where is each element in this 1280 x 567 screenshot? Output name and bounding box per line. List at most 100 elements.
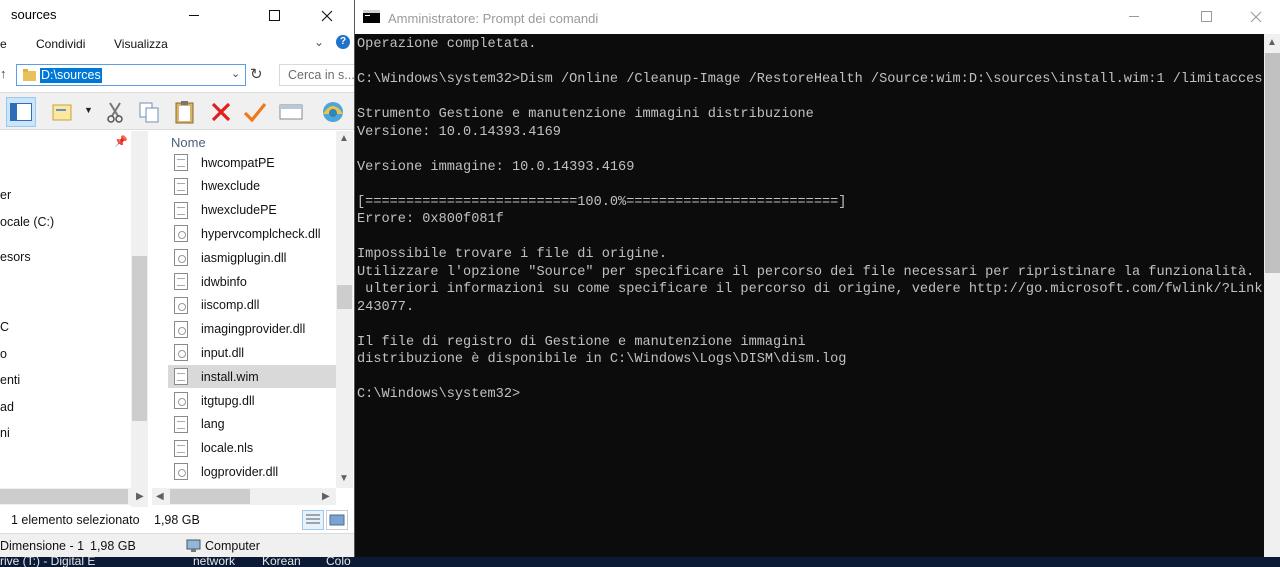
checkmark-icon: [243, 102, 267, 123]
console-output[interactable]: Operazione completata. C:\Windows\system3…: [356, 34, 1262, 557]
scroll-right-icon[interactable]: ▶: [322, 491, 330, 502]
console-line: Utilizzare l'opzione "Source" per specif…: [357, 264, 1262, 280]
nav-item-5[interactable]: enti: [0, 373, 20, 387]
close-button[interactable]: [304, 0, 350, 31]
console-line: ulteriori informazioni su come specifica…: [357, 282, 1262, 297]
ribbon-expand-icon[interactable]: ⌄: [314, 35, 324, 49]
file-row[interactable]: itgtupg.dll: [168, 389, 336, 412]
paste-icon: [175, 101, 194, 124]
scissors-icon: [107, 102, 123, 123]
minimize-button[interactable]: [172, 0, 218, 31]
file-row[interactable]: hypervcomplcheck.dll: [168, 222, 336, 245]
address-bar[interactable]: D:\sources ⌄: [16, 64, 246, 86]
file-row[interactable]: iiscomp.dll: [168, 294, 336, 317]
file-row[interactable]: imagingprovider.dll: [168, 318, 336, 341]
copy-button[interactable]: [134, 97, 164, 127]
nav-item-2[interactable]: esors: [0, 250, 31, 264]
dll-file-icon: [174, 296, 188, 314]
cmd-title: Amministratore: Prompt dei comandi: [388, 11, 599, 26]
file-row[interactable]: locale.nls: [168, 437, 336, 460]
customize-button[interactable]: [318, 97, 348, 127]
file-icon: [174, 439, 188, 457]
command-prompt-window: Amministratore: Prompt dei comandi Opera…: [354, 0, 1280, 557]
address-bar-row: ↑ D:\sources ⌄ ↻ Cerca in s...: [0, 60, 356, 90]
nav-item-1[interactable]: ocale (C:): [0, 215, 54, 229]
window-icon: [279, 104, 303, 120]
nav-item-6[interactable]: ad: [0, 400, 14, 414]
file-scroll-thumb[interactable]: [337, 285, 352, 309]
scroll-down-icon[interactable]: ▼: [339, 473, 349, 484]
scroll-right-icon[interactable]: ▶: [136, 491, 144, 502]
cut-button[interactable]: [100, 97, 130, 127]
file-row[interactable]: hwcompatPE: [168, 151, 336, 174]
nav-hscrollbar[interactable]: ▶: [0, 488, 148, 505]
file-row[interactable]: hwexclude: [168, 175, 336, 198]
file-scrollbar[interactable]: ▲ ▼: [336, 131, 353, 488]
paste-button[interactable]: [170, 97, 200, 127]
file-name: imagingprovider.dll: [201, 322, 306, 337]
large-icons-button[interactable]: [326, 510, 348, 530]
minimize-icon: [189, 14, 199, 16]
selection-count: 1 elemento selezionato: [11, 513, 140, 527]
ribbon-tab-home[interactable]: e: [0, 37, 7, 51]
large-icons-icon: [329, 514, 345, 526]
scroll-up-icon[interactable]: ▲: [1267, 37, 1277, 48]
file-icon: [174, 177, 188, 195]
properties-dropdown-icon[interactable]: ▼: [84, 105, 93, 115]
address-dropdown-icon[interactable]: ⌄: [231, 67, 240, 80]
file-name: iasmigplugin.dll: [201, 250, 287, 265]
cmd-scrollbar[interactable]: ▲: [1264, 34, 1280, 557]
ribbon-tab-view[interactable]: Visualizza: [114, 37, 168, 51]
address-text[interactable]: D:\sources: [40, 68, 102, 83]
file-row[interactable]: logprovider.dll: [168, 460, 336, 483]
search-input[interactable]: Cerca in s...: [279, 64, 356, 86]
cmd-close-button[interactable]: [1233, 0, 1279, 34]
up-arrow-icon[interactable]: ↑: [0, 66, 7, 81]
file-row[interactable]: idwbinfo: [168, 270, 336, 293]
explorer-window: sources e Condividi Visualizza ⌄ ? ↑ D:\…: [0, 0, 356, 557]
file-row[interactable]: input.dll: [168, 341, 336, 364]
file-row[interactable]: iasmigplugin.dll: [168, 246, 336, 269]
console-line: C:\Windows\system32>Dism /Online /Cleanu…: [357, 72, 1262, 87]
pin-icon[interactable]: 📌: [114, 135, 128, 148]
scroll-left-icon[interactable]: ◀: [156, 491, 164, 502]
details-view-button[interactable]: [302, 510, 324, 530]
console-line: Il file di registro di Gestione e manute…: [357, 334, 806, 350]
file-name: lang: [201, 417, 225, 432]
navigation-pane-button[interactable]: [6, 97, 36, 127]
dll-file-icon: [174, 249, 188, 267]
delete-button[interactable]: [206, 97, 236, 127]
cmd-maximize-button[interactable]: [1184, 0, 1230, 34]
console-line: Versione: 10.0.14393.4169: [357, 124, 561, 140]
file-row[interactable]: install.wim: [168, 365, 336, 389]
refresh-icon[interactable]: ↻: [250, 65, 263, 83]
properties-button[interactable]: [48, 97, 78, 127]
file-row[interactable]: lang: [168, 413, 336, 436]
cmd-scroll-thumb[interactable]: [1265, 53, 1280, 273]
cmd-titlebar: Amministratore: Prompt dei comandi: [355, 0, 1280, 34]
scroll-up-icon[interactable]: ▲: [339, 133, 349, 144]
nav-scrollbar[interactable]: [131, 131, 148, 507]
nav-hscroll-thumb[interactable]: [0, 489, 128, 504]
maximize-button[interactable]: [252, 0, 298, 31]
help-icon[interactable]: ?: [336, 35, 350, 49]
maximize-icon: [269, 9, 280, 21]
column-header-name[interactable]: Nome: [171, 135, 206, 150]
nav-item-7[interactable]: ni: [0, 426, 10, 440]
nav-item-0[interactable]: er: [0, 188, 11, 202]
strip-item-0: rive (T:) - Digital E: [0, 557, 96, 567]
file-hscrollbar[interactable]: ◀ ▶: [152, 488, 336, 505]
console-line: Errore: 0x800f081f: [357, 212, 504, 227]
new-item-button[interactable]: [276, 97, 306, 127]
file-hscroll-thumb[interactable]: [170, 489, 250, 504]
ribbon-tab-share[interactable]: Condividi: [36, 37, 85, 51]
nav-item-4[interactable]: o: [0, 347, 7, 361]
cmd-minimize-button[interactable]: [1112, 0, 1158, 34]
file-name: logprovider.dll: [201, 464, 279, 479]
nav-scroll-thumb[interactable]: [132, 256, 147, 421]
file-row[interactable]: hwexcludePE: [168, 199, 336, 222]
nav-item-3[interactable]: C: [0, 320, 9, 334]
rename-button[interactable]: [240, 97, 270, 127]
